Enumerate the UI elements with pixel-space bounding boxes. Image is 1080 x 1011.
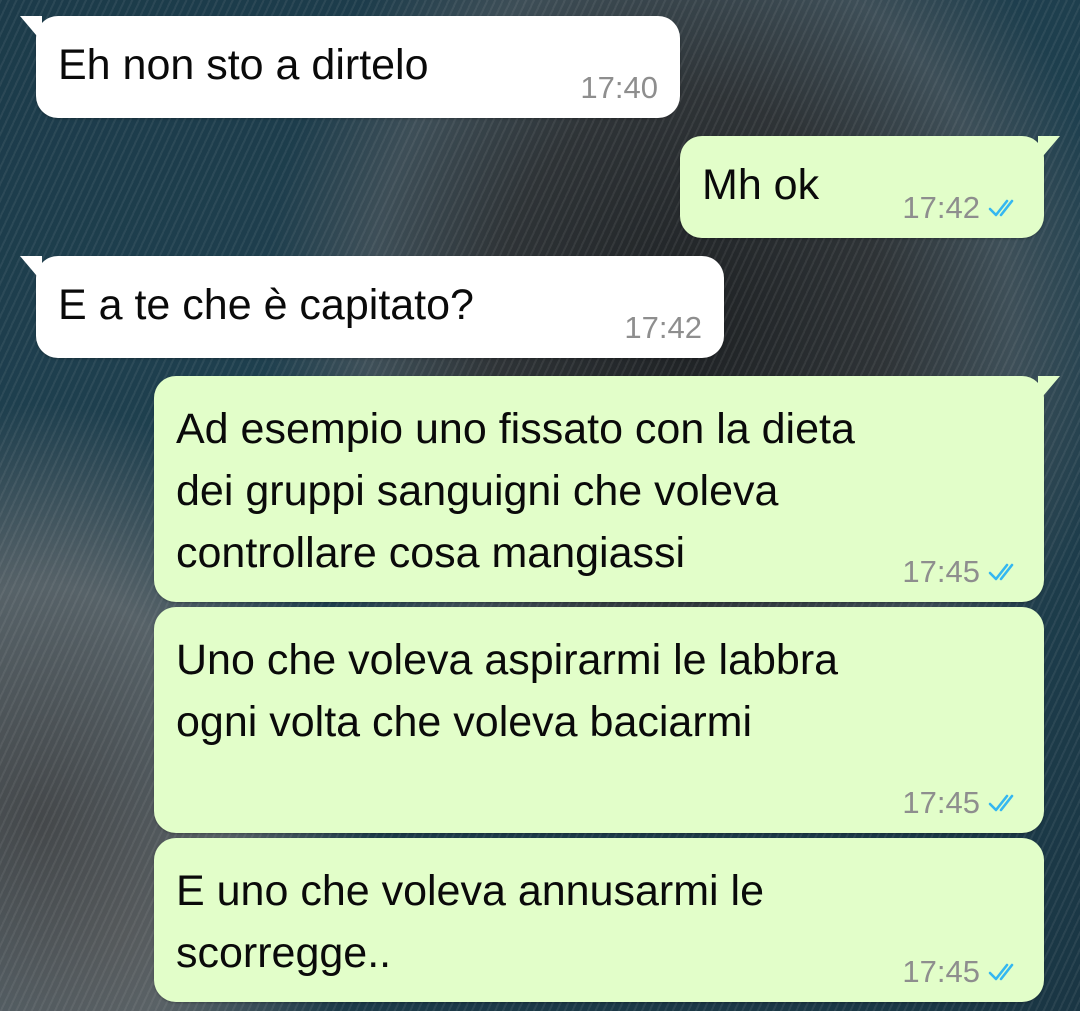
double-check-read-icon: [988, 563, 1014, 581]
message-meta: 17:42: [902, 190, 1022, 226]
double-check-read-icon: [988, 199, 1014, 217]
double-check-read-icon: [988, 794, 1014, 812]
message-bubble-outgoing[interactable]: Uno che voleva aspirarmi le labbra ogni …: [154, 607, 1044, 833]
message-time: 17:45: [902, 954, 980, 989]
message-time: 17:42: [902, 190, 980, 225]
message-bubble-outgoing[interactable]: E uno che voleva annusarmi le scorregge.…: [154, 838, 1044, 1002]
message-text: Ad esempio uno fissato con la dieta dei …: [176, 405, 855, 577]
message-time: 17:45: [902, 785, 980, 820]
message-text: E uno che voleva annusarmi le scorregge.…: [176, 867, 765, 977]
message-bubble-incoming[interactable]: E a te che è capitato? 17:42: [20, 256, 724, 358]
message-meta: 17:45: [902, 554, 1022, 590]
message-text: Uno che voleva aspirarmi le labbra ogni …: [176, 636, 839, 746]
message-meta: 17:45: [902, 954, 1022, 990]
message-bubble-outgoing[interactable]: Ad esempio uno fissato con la dieta dei …: [154, 376, 1060, 602]
message-meta: 17:42: [624, 310, 702, 346]
message-meta: 17:45: [902, 785, 1022, 821]
message-time: 17:42: [624, 310, 702, 345]
double-check-read-icon: [988, 963, 1014, 981]
message-time: 17:40: [580, 70, 658, 105]
message-bubble-incoming[interactable]: Eh non sto a dirtelo 17:40: [20, 16, 680, 118]
message-meta: 17:40: [580, 70, 658, 106]
message-time: 17:45: [902, 554, 980, 589]
message-bubble-outgoing[interactable]: Mh ok 17:42: [680, 136, 1060, 238]
message-text: Eh non sto a dirtelo: [58, 41, 429, 89]
message-text: E a te che è capitato?: [58, 281, 474, 329]
